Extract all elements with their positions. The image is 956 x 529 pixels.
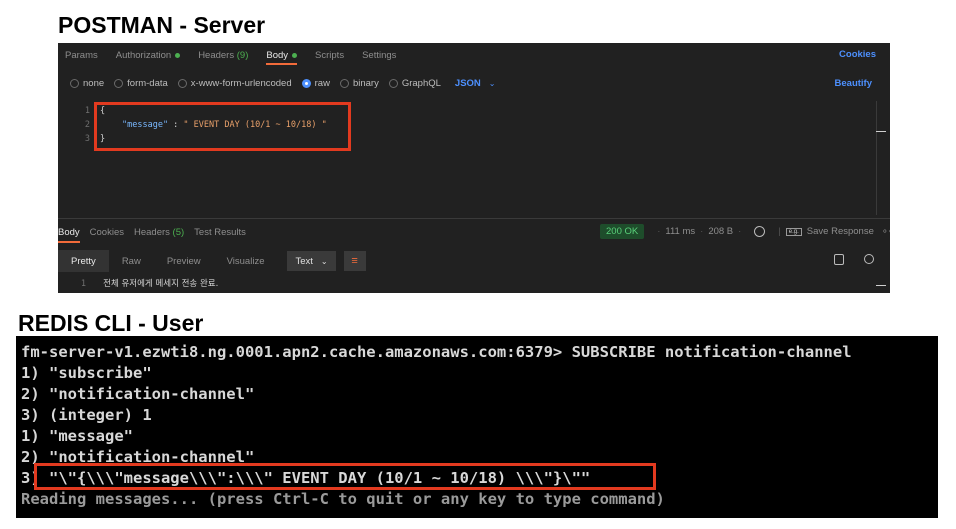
radio-form-data[interactable]: form-data (114, 78, 168, 89)
response-headers-count: (5) (172, 226, 185, 238)
line-number: 1 (84, 106, 90, 116)
tab-response-body-label: Body (58, 226, 80, 238)
radio-icon (70, 78, 79, 88)
view-raw-label: Raw (121, 255, 141, 267)
chevron-down-icon: ⌄ (488, 78, 496, 88)
line-number: 3 (84, 134, 90, 144)
request-tabs: Params Authorization Headers (9) Body Sc… (58, 43, 890, 67)
chevron-down-icon: ⌄ (320, 256, 328, 266)
radio-icon (114, 78, 124, 88)
radio-none-label: none (83, 77, 105, 89)
radio-raw[interactable]: raw (301, 77, 330, 89)
radio-none[interactable]: none (70, 78, 104, 89)
status-badge[interactable]: 200 OK (600, 224, 645, 239)
save-response-button[interactable]: Save Response (807, 226, 874, 237)
status-dot-icon (175, 52, 181, 58)
response-format-dropdown[interactable]: Text ⌄ (287, 251, 336, 271)
editor-scrollbar-track (876, 101, 877, 215)
wrap-lines-icon[interactable]: ≡ (343, 251, 366, 271)
tab-scripts-label: Scripts (315, 49, 345, 61)
tab-body-label: Body (266, 49, 289, 61)
radio-graphql[interactable]: GraphQL (388, 77, 441, 89)
globe-icon[interactable] (754, 226, 766, 237)
tab-test-results-label: Test Results (194, 226, 246, 238)
radio-urlencoded-label: x-www-form-urlencoded (190, 77, 292, 89)
radio-graphql-label: GraphQL (401, 77, 441, 89)
tab-response-cookies[interactable]: Cookies (90, 221, 124, 243)
tab-response-cookies-label: Cookies (89, 226, 124, 238)
tab-headers-label: Headers (198, 49, 235, 61)
view-raw[interactable]: Raw (109, 250, 154, 272)
redis-terminal[interactable]: fm-server-v1.ezwti8.ng.0001.apn2.cache.a… (16, 336, 938, 518)
redis-section-title: REDIS CLI - User (18, 310, 204, 336)
status-dot-icon (292, 52, 298, 58)
search-icon[interactable] (864, 254, 874, 264)
format-dropdown[interactable]: JSON ⌄ (451, 78, 496, 89)
radio-form-data-label: form-data (127, 77, 168, 89)
tab-authorization[interactable]: Authorization (115, 43, 181, 67)
terminal-status-line: Reading messages... (press Ctrl-C to qui… (21, 490, 665, 508)
format-label: JSON (454, 77, 481, 89)
highlight-box (34, 463, 656, 490)
response-tabs: Body Cookies Headers (5) Test Results (58, 221, 256, 243)
terminal-line: 1) "subscribe" (21, 364, 152, 382)
response-view-toolbar: Pretty Raw Preview Visualize Text ⌄ ≡ (58, 250, 366, 272)
more-options-icon[interactable]: ∘∘∘ (882, 226, 890, 237)
view-preview[interactable]: Preview (154, 250, 214, 272)
response-size[interactable]: 208 B (708, 226, 733, 237)
tab-response-headers[interactable]: Headers (5) (134, 221, 184, 243)
highlight-box (94, 102, 351, 151)
radio-selected-icon (301, 78, 311, 88)
line-number: 2 (84, 120, 90, 130)
terminal-line: 1) "message" (21, 427, 133, 445)
terminal-line: 3) (integer) 1 (21, 406, 152, 424)
headers-count: (9) (236, 49, 249, 61)
tab-settings-label: Settings (362, 49, 397, 61)
view-preview-label: Preview (166, 255, 201, 267)
radio-urlencoded[interactable]: x-www-form-urlencoded (177, 77, 292, 89)
response-line: 1 전체 유저에게 메세지 전송 완료. (58, 277, 218, 289)
body-type-selector: none form-data x-www-form-urlencoded raw… (58, 75, 505, 91)
cookies-link[interactable]: Cookies (839, 49, 876, 60)
radio-binary-label: binary (352, 77, 379, 89)
response-text: 전체 유저에게 메세지 전송 완료. (103, 279, 219, 289)
line-number: 1 (80, 279, 86, 289)
separator: · (738, 226, 742, 237)
radio-icon (177, 78, 187, 88)
beautify-button[interactable]: Beautify (835, 78, 872, 89)
tab-response-headers-label: Headers (133, 226, 170, 238)
view-visualize-label: Visualize (226, 255, 265, 267)
response-scrollbar[interactable] (876, 285, 886, 286)
radio-icon (388, 78, 398, 88)
response-status-bar: 200 OK · 111 ms · 208 B · | e.g. Save Re… (600, 224, 890, 239)
view-pretty[interactable]: Pretty (58, 250, 109, 272)
separator: · (700, 226, 704, 237)
response-format-label: Text (295, 255, 313, 267)
separator: · (657, 226, 661, 237)
pane-divider[interactable] (58, 218, 890, 219)
tab-body[interactable]: Body (266, 43, 298, 67)
view-visualize[interactable]: Visualize (214, 250, 278, 272)
terminal-line: 2) "notification-channel" (21, 385, 255, 403)
tab-params[interactable]: Params (65, 43, 98, 67)
tab-test-results[interactable]: Test Results (194, 221, 246, 243)
radio-icon (339, 78, 349, 88)
copy-icon[interactable] (834, 254, 844, 265)
terminal-line: fm-server-v1.ezwti8.ng.0001.apn2.cache.a… (21, 343, 852, 361)
postman-section-title: POSTMAN - Server (58, 12, 266, 38)
radio-binary[interactable]: binary (339, 77, 379, 89)
editor-scrollbar[interactable] (876, 131, 886, 132)
separator: | (778, 226, 781, 237)
tab-scripts[interactable]: Scripts (315, 43, 344, 67)
radio-raw-label: raw (314, 77, 330, 89)
example-icon: e.g. (785, 227, 802, 236)
postman-window: Params Authorization Headers (9) Body Sc… (58, 43, 890, 293)
view-pretty-label: Pretty (71, 255, 96, 267)
response-time[interactable]: 111 ms (665, 226, 695, 237)
tab-authorization-label: Authorization (115, 49, 172, 61)
tab-settings[interactable]: Settings (362, 43, 396, 67)
tab-params-label: Params (65, 49, 98, 61)
tab-response-body[interactable]: Body (58, 221, 80, 243)
tab-headers[interactable]: Headers (9) (198, 43, 248, 67)
